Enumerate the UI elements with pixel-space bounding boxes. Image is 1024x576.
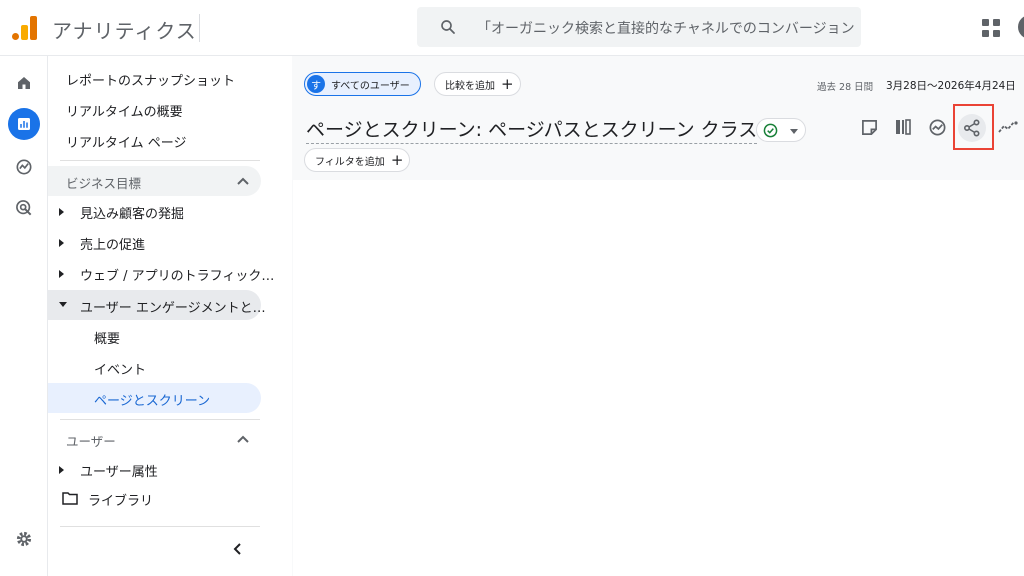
user-section-label: ユーザー <box>66 434 116 449</box>
chevron-up-icon[interactable] <box>236 434 250 444</box>
date-range-prefix: 過去 28 日間 <box>817 82 874 93</box>
nav-divider <box>60 160 260 161</box>
icon-rail <box>0 56 48 576</box>
apps-grid-icon[interactable] <box>982 19 1000 37</box>
advertising-icon[interactable] <box>8 192 40 224</box>
compare-icon[interactable] <box>892 116 914 138</box>
users-badge: す <box>307 75 325 93</box>
report-nav: レポートのスナップショット リアルタイムの概要 リアルタイム ページ ビジネス目… <box>48 56 292 576</box>
caret-right-icon <box>59 208 64 216</box>
nav-item-engagement[interactable]: ユーザー エンゲージメントと… <box>80 297 266 316</box>
folder-icon <box>62 492 78 505</box>
caret-right-icon <box>59 466 64 474</box>
account-avatar[interactable] <box>1018 15 1024 39</box>
nav-divider <box>60 419 260 420</box>
page-title[interactable]: ページとスクリーン: ページパスとスクリーン クラス <box>306 115 758 144</box>
business-section-label: ビジネス目標 <box>66 176 142 191</box>
add-filter-label: フィルタを追加 <box>315 156 385 168</box>
settings-icon[interactable] <box>8 523 40 555</box>
nav-item-sales[interactable]: 売上の促進 <box>80 234 145 253</box>
trend-icon[interactable] <box>997 116 1019 138</box>
nav-subitem-overview[interactable]: 概要 <box>94 328 120 347</box>
customize-report-icon[interactable] <box>858 116 880 138</box>
all-users-label: すべてのユーザー <box>331 80 410 92</box>
analytics-logo-icon[interactable] <box>12 14 38 40</box>
nav-item-realtime-pages[interactable]: リアルタイム ページ <box>66 132 186 151</box>
nav-item-traffic[interactable]: ウェブ / アプリのトラフィック… <box>80 265 274 284</box>
check-circle-icon <box>763 123 778 138</box>
reports-icon[interactable] <box>8 108 40 140</box>
app-title: アナリティクス <box>52 19 197 43</box>
nav-item-demographics[interactable]: ユーザー属性 <box>80 461 158 480</box>
search-icon <box>441 20 455 34</box>
report-body <box>293 180 1024 576</box>
date-range-picker[interactable]: 3月28日～2026年4月24日 <box>886 78 1016 93</box>
add-filter-button[interactable]: フィルタを追加 + <box>304 148 411 172</box>
top-header: アナリティクス 「オーガニック検索と直接的なチャネルでのコンバージョン… <box>0 0 1024 56</box>
nav-subitem-pages-screens[interactable]: ページとスクリーン <box>94 390 210 409</box>
nav-item-realtime-overview[interactable]: リアルタイムの概要 <box>66 101 183 120</box>
nav-item-library[interactable]: ライブラリ <box>88 490 153 509</box>
chevron-up-icon[interactable] <box>236 176 250 186</box>
share-highlight-box <box>953 104 994 150</box>
nav-item-leads[interactable]: 見込み顧客の発掘 <box>80 203 184 222</box>
explore-icon[interactable] <box>8 151 40 183</box>
plus-icon: + <box>501 74 514 93</box>
nav-divider <box>60 526 260 527</box>
search-bar[interactable]: 「オーガニック検索と直接的なチャネルでのコンバージョン… <box>417 7 861 47</box>
header-divider <box>199 14 200 42</box>
insights-icon[interactable] <box>926 116 948 138</box>
search-input-text[interactable]: 「オーガニック検索と直接的なチャネルでのコンバージョン… <box>477 18 855 38</box>
add-comparison-label: 比較を追加 <box>445 80 495 92</box>
collapse-nav-icon[interactable] <box>230 541 246 557</box>
dropdown-caret-icon <box>790 129 798 134</box>
home-icon[interactable] <box>8 67 40 99</box>
nav-item-snapshot[interactable]: レポートのスナップショット <box>66 70 235 89</box>
caret-right-icon <box>59 270 64 278</box>
report-status-chip[interactable] <box>756 118 806 142</box>
caret-right-icon <box>59 239 64 247</box>
caret-down-icon <box>59 302 67 307</box>
add-comparison-button[interactable]: 比較を追加 + <box>434 72 521 96</box>
plus-icon: + <box>390 150 404 169</box>
all-users-chip[interactable]: す すべてのユーザー <box>304 72 421 96</box>
nav-subitem-events[interactable]: イベント <box>94 359 146 378</box>
